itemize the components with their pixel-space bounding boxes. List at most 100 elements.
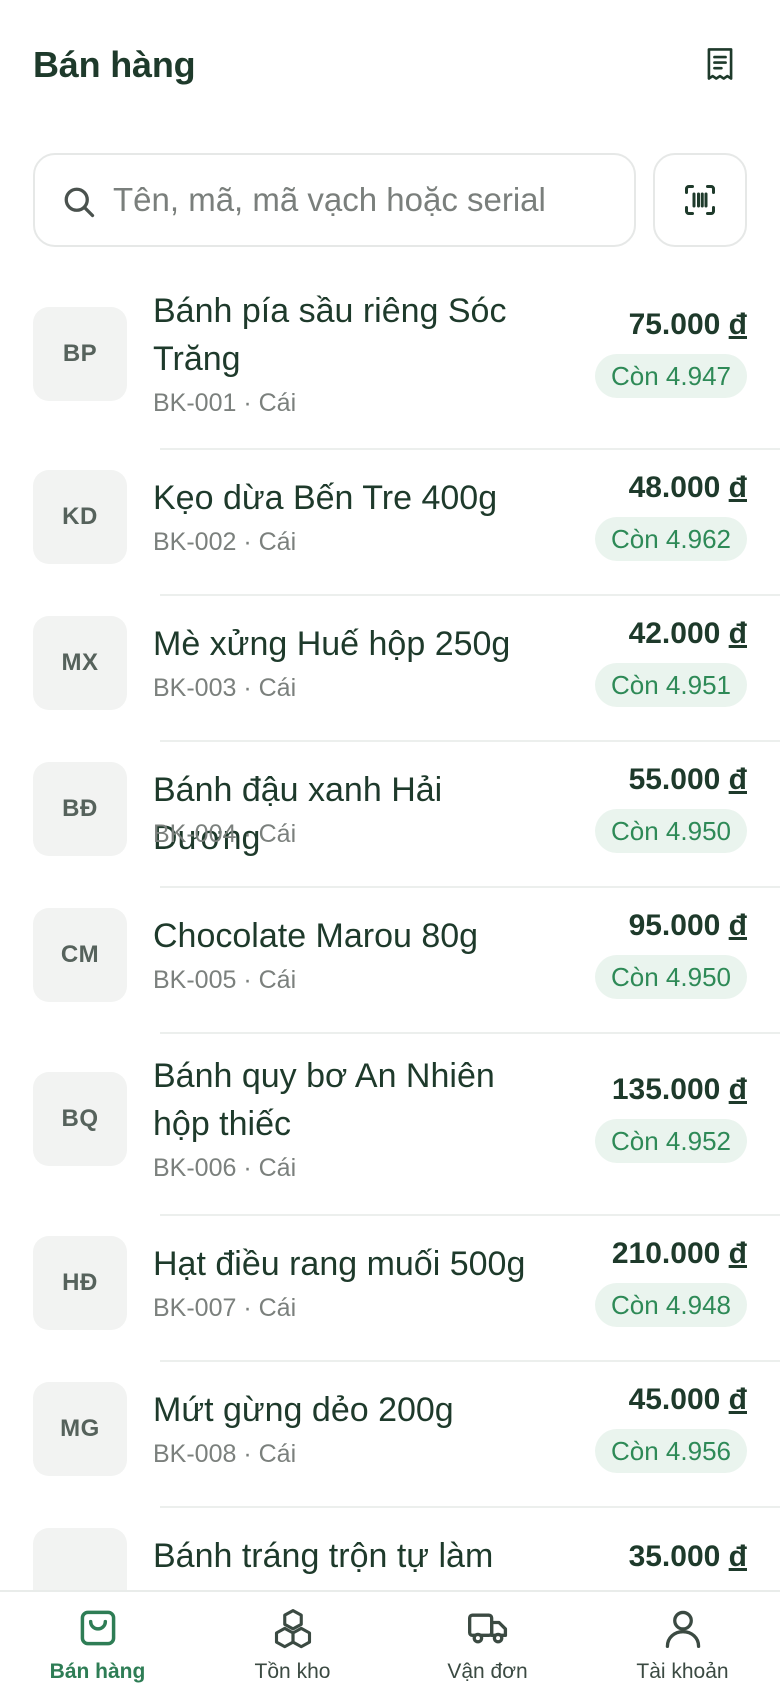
product-price: 210.000 đ <box>612 1237 747 1271</box>
price-value: 45.000 <box>628 1383 721 1416</box>
app-screen: BP Bánh pía sầu riêng Sóc Trăng BK-001 · C… <box>0 0 780 1688</box>
product-price: 42.000 đ <box>629 617 747 651</box>
nav-label: Bán hàng <box>49 1660 146 1683</box>
nav-label: Vận đơn <box>447 1660 528 1683</box>
search-input[interactable] <box>113 155 613 245</box>
stock-badge: Còn 4.962 <box>595 517 747 561</box>
product-code: BK-005 <box>153 966 237 994</box>
product-name: Mè xửng Huế hộp 250g <box>153 625 511 663</box>
product-meta: BK-007 · Cái <box>153 1294 296 1323</box>
product-avatar: BĐ <box>33 762 127 856</box>
nav-item-ban-hang[interactable]: Bán hàng <box>0 1592 195 1688</box>
product-meta: BK-003 · Cái <box>153 674 296 703</box>
product-row[interactable]: MX Mè xửng Huế hộp 250g BK-003 · Cái 42.000… <box>0 596 780 742</box>
product-meta: BK-004 · Cái <box>153 820 296 849</box>
meta-separator: · <box>236 389 259 417</box>
page-title: Bán hàng <box>33 44 196 85</box>
product-name: Chocolate Marou 80g <box>153 917 479 955</box>
stock-badge: Còn 4.950 <box>595 809 747 853</box>
meta-separator: · <box>236 966 259 994</box>
product-row[interactable]: BP Bánh pía sầu riêng Sóc Trăng BK-001 · C… <box>0 270 780 450</box>
header: Bán hàng <box>0 0 780 135</box>
shopping-bag-icon <box>80 1610 116 1646</box>
barcode-scan-icon <box>685 185 715 215</box>
product-avatar: MX <box>33 616 127 710</box>
price-value: 135.000 <box>611 1073 721 1106</box>
product-avatar: HĐ <box>33 1236 127 1330</box>
nav-label: Tài khoản <box>636 1660 729 1683</box>
product-avatar: CM <box>33 908 127 1002</box>
meta-separator: · <box>236 1154 259 1182</box>
receipt-icon <box>707 48 733 80</box>
search-icon <box>64 187 95 218</box>
currency-symbol: đ <box>728 471 747 504</box>
currency-symbol: đ <box>728 1073 747 1106</box>
price-value: 35.000 <box>628 1540 721 1573</box>
product-name: Bánh pía sầu riêng Sóc Trăng <box>153 292 507 378</box>
product-code: BK-001 <box>153 389 237 417</box>
product-name: Bánh tráng trộn tự làm <box>153 1537 494 1575</box>
product-meta: BK-006 · Cái <box>153 1154 296 1183</box>
product-price: 135.000 đ <box>612 1073 747 1107</box>
stock-badge: Còn 4.948 <box>595 1283 747 1327</box>
product-row[interactable]: CM Chocolate Marou 80g BK-005 · Cái 95.000 … <box>0 888 780 1034</box>
product-price: 55.000 đ <box>629 763 747 797</box>
product-avatar: BQ <box>33 1072 127 1166</box>
product-name: Kẹo dừa Bến Tre 400g <box>153 479 498 517</box>
product-code: BK-002 <box>153 528 237 556</box>
currency-symbol: đ <box>728 617 747 650</box>
product-price: 48.000 đ <box>629 471 747 505</box>
nav-item-van-don[interactable]: Vận đơn <box>390 1592 585 1688</box>
currency-symbol: đ <box>728 909 747 942</box>
product-price: 95.000 đ <box>629 909 747 943</box>
product-row[interactable]: MG Mứt gừng dẻo 200g BK-008 · Cái 45.000 đC… <box>0 1362 780 1508</box>
user-icon <box>665 1610 701 1648</box>
meta-separator: · <box>236 820 259 848</box>
product-code: BK-008 <box>153 1440 237 1468</box>
product-unit: Cái <box>258 820 297 848</box>
meta-separator: · <box>236 1294 259 1322</box>
search-box[interactable] <box>33 153 636 247</box>
stock-badge: Còn 4.947 <box>595 354 747 398</box>
receipt-button[interactable] <box>700 44 740 84</box>
product-row[interactable]: BQ Bánh quy bơ An Nhiên hộp thiếc BK-006 ·… <box>0 1034 780 1216</box>
truck-icon <box>468 1613 508 1644</box>
product-price: 75.000 đ <box>629 308 747 342</box>
currency-symbol: đ <box>728 1540 747 1573</box>
product-unit: Cái <box>258 1440 297 1468</box>
product-price: 35.000 đ <box>629 1540 747 1574</box>
product-price: 45.000 đ <box>629 1383 747 1417</box>
currency-symbol: đ <box>728 763 747 796</box>
product-unit: Cái <box>258 1294 297 1322</box>
product-row[interactable]: KD Kẹo dừa Bến Tre 400g BK-002 · Cái 48.000… <box>0 450 780 596</box>
product-meta: BK-001 · Cái <box>153 389 296 418</box>
product-row[interactable]: BĐ Bánh đậu xanh Hải Dương BK-004 · Cái 55.… <box>0 742 780 888</box>
price-value: 95.000 <box>628 909 721 942</box>
product-code: BK-003 <box>153 674 237 702</box>
nav-item-ton-kho[interactable]: Tồn kho <box>195 1592 390 1688</box>
stock-badge: Còn 4.956 <box>595 1429 747 1473</box>
product-unit: Cái <box>258 528 297 556</box>
product-unit: Cái <box>258 674 297 702</box>
currency-symbol: đ <box>728 308 747 341</box>
meta-separator: · <box>236 674 259 702</box>
price-value: 210.000 <box>611 1237 721 1270</box>
product-avatar: MG <box>33 1382 127 1476</box>
nav-label: Tồn kho <box>254 1660 331 1683</box>
stock-badge: Còn 4.952 <box>595 1119 747 1163</box>
product-name: Mứt gừng dẻo 200g <box>153 1391 454 1429</box>
meta-separator: · <box>236 528 259 556</box>
barcode-scan-button[interactable] <box>653 153 747 247</box>
stock-badge: Còn 4.950 <box>595 955 747 999</box>
product-code: BK-006 <box>153 1154 237 1182</box>
product-unit: Cái <box>258 389 297 417</box>
product-code: BK-007 <box>153 1294 237 1322</box>
price-value: 75.000 <box>628 308 721 341</box>
nav-item-tai-khoan[interactable]: Tài khoản <box>585 1592 780 1688</box>
product-unit: Cái <box>258 966 297 994</box>
product-meta: BK-002 · Cái <box>153 528 296 557</box>
bottom-nav: Bán hàng Tồn kho Vận đơn Tài khoản <box>0 1590 780 1688</box>
price-value: 42.000 <box>628 617 721 650</box>
currency-symbol: đ <box>728 1383 747 1416</box>
product-row[interactable]: HĐ Hạt điều rang muối 500g BK-007 · Cái 210… <box>0 1216 780 1362</box>
